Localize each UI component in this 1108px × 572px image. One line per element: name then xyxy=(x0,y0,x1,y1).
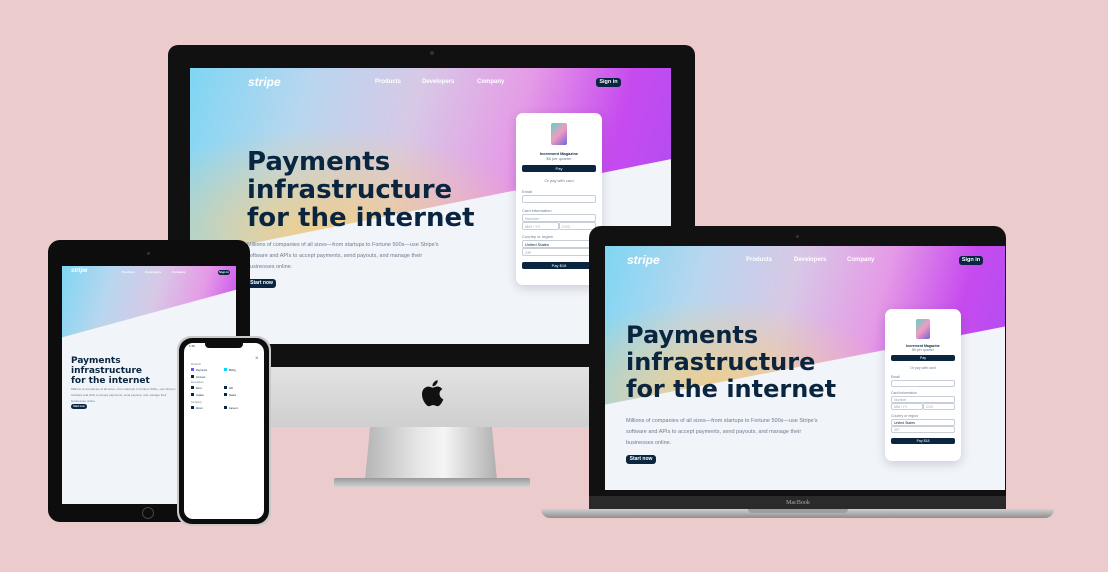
country-select[interactable]: United States xyxy=(891,419,955,426)
or-pay-text: Or pay with card xyxy=(544,178,574,183)
country-select[interactable]: United States xyxy=(522,240,596,248)
stripe-logo[interactable]: stripe xyxy=(627,253,660,267)
stripe-logo[interactable]: stripe xyxy=(248,75,281,89)
imac-foot xyxy=(334,478,530,488)
phone-screen: 1:49 × Products Payments Billing Connect… xyxy=(184,343,264,519)
product-image xyxy=(916,319,930,339)
imac-stand xyxy=(365,425,497,480)
menu-item[interactable]: About xyxy=(191,406,224,410)
start-now-button[interactable]: Start now xyxy=(71,404,87,409)
nav-products[interactable]: Products xyxy=(375,79,422,85)
start-now-button[interactable]: Start now xyxy=(626,455,656,464)
signin-button[interactable]: Sign in xyxy=(959,256,983,265)
menu-item[interactable]: Status xyxy=(224,393,257,397)
card-number-field[interactable]: Number xyxy=(522,214,596,222)
apple-logo-icon xyxy=(420,378,444,408)
product-image xyxy=(551,123,567,145)
nav-developers[interactable]: Developers xyxy=(794,257,847,263)
email-label: Email xyxy=(891,375,900,379)
laptop-screen: stripe Products Developers Company Sign … xyxy=(605,246,1005,490)
hero-description: Millions of companies of all sizes—from … xyxy=(626,418,818,446)
tablet-camera xyxy=(147,252,150,255)
main-nav: Products Developers Company xyxy=(122,270,186,274)
cvc-field[interactable]: CVC xyxy=(923,403,955,410)
menu-group-company: Company About Careers xyxy=(191,401,257,410)
nav-company[interactable]: Company xyxy=(847,257,874,263)
signin-button[interactable]: Sign in xyxy=(218,270,230,275)
laptop-brand: MacBook xyxy=(786,500,810,506)
menu-item[interactable]: Connect xyxy=(191,375,224,379)
menu-group-products: Products Payments Billing Connect xyxy=(191,363,257,379)
zip-field[interactable]: ZIP xyxy=(522,248,596,256)
nav-company[interactable]: Company xyxy=(172,270,186,274)
hero-headline: Payments infrastructure for the internet xyxy=(71,356,150,386)
expiry-field[interactable]: MM / YY xyxy=(522,222,559,230)
nav-developers[interactable]: Developers xyxy=(145,270,172,274)
menu-item[interactable]: API xyxy=(224,386,257,390)
status-time: 1:49 xyxy=(189,344,195,348)
pay-submit-button[interactable]: Pay $18 xyxy=(891,438,955,444)
close-icon[interactable]: × xyxy=(255,356,259,362)
phone-notch xyxy=(205,343,243,348)
start-now-button[interactable]: Start now xyxy=(247,279,276,288)
menu-item[interactable]: Docs xyxy=(191,386,224,390)
card-label: Card information xyxy=(891,391,917,395)
menu-item[interactable]: Payments xyxy=(191,368,224,372)
card-number-field[interactable]: Number xyxy=(891,396,955,403)
expiry-field[interactable]: MM / YY xyxy=(891,403,923,410)
email-field[interactable] xyxy=(522,195,596,203)
main-nav: Products Developers Company xyxy=(375,79,504,85)
country-label: Country or region xyxy=(891,414,919,418)
apple-pay-button[interactable]: Pay xyxy=(522,165,596,172)
signin-button[interactable]: Sign in xyxy=(596,78,621,87)
email-label: Email xyxy=(522,189,533,194)
nav-products[interactable]: Products xyxy=(122,270,145,274)
stripe-logo[interactable]: stripe xyxy=(71,268,87,274)
cvc-field[interactable]: CVC xyxy=(559,222,596,230)
email-field[interactable] xyxy=(891,380,955,387)
main-nav: Products Developers Company xyxy=(746,257,874,263)
pay-submit-button[interactable]: Pay $18 xyxy=(522,262,596,269)
laptop-camera xyxy=(796,235,799,238)
country-label: Country or region xyxy=(522,234,553,239)
menu-item[interactable]: Guides xyxy=(191,393,224,397)
laptop-notch xyxy=(748,509,848,513)
imac-camera xyxy=(430,51,434,55)
nav-developers[interactable]: Developers xyxy=(422,79,477,85)
menu-group-developers: Developers Docs API Guides Status xyxy=(191,381,257,397)
product-price: $6 per quarter xyxy=(546,156,572,161)
nav-products[interactable]: Products xyxy=(746,257,794,263)
menu-item[interactable]: Careers xyxy=(224,406,257,410)
or-pay-text: Or pay with card xyxy=(910,366,936,370)
product-price: $6 per quarter xyxy=(912,348,934,352)
apple-pay-button[interactable]: Pay xyxy=(891,355,955,361)
hero-headline: Payments infrastructure for the internet xyxy=(247,147,475,233)
hero-headline: Payments infrastructure for the internet xyxy=(626,321,837,403)
checkout-card: Increment Magazine $6 per quarter Pay Or… xyxy=(885,309,961,461)
zip-field[interactable]: ZIP xyxy=(891,426,955,433)
tablet-home-button[interactable] xyxy=(142,507,154,519)
card-label: Card information xyxy=(522,208,552,213)
nav-company[interactable]: Company xyxy=(477,79,504,85)
hero-description: Millions of companies of all sizes—from … xyxy=(247,242,439,270)
menu-item[interactable]: Billing xyxy=(224,368,257,372)
